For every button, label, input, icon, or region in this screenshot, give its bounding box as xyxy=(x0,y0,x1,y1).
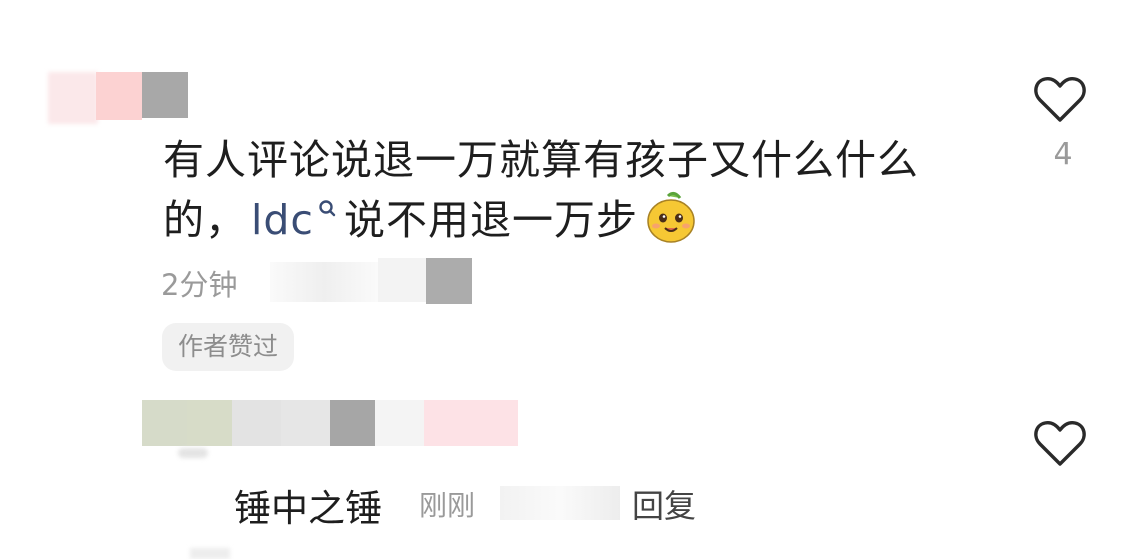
mention-link[interactable]: ldc xyxy=(251,196,314,244)
search-icon xyxy=(319,200,336,217)
avatar-blurred-2 xyxy=(96,72,142,120)
comment-text: 有人评论说退一万就算有孩子又什么什么的，ldc 说不用退一万步 xyxy=(163,130,983,250)
yellow-mascot-emoji-icon xyxy=(647,191,695,243)
location-blurred xyxy=(270,262,378,302)
username-blurred-strip[interactable] xyxy=(142,400,518,446)
reply-text: 锤中之锤 xyxy=(234,487,382,530)
reply-heart-outline-icon[interactable] xyxy=(1033,418,1087,468)
comment-time: 2分钟 xyxy=(161,268,238,302)
comment-text-part2: 说不用退一万步 xyxy=(343,196,638,244)
author-liked-badge: 作者赞过 xyxy=(162,323,295,371)
reply-button[interactable]: 回复 xyxy=(632,481,696,527)
reply-time: 刚刚 xyxy=(419,489,476,522)
meta-blurred-block xyxy=(378,258,426,302)
avatar-fragment xyxy=(178,448,208,458)
like-count: 4 xyxy=(1053,137,1073,172)
meta-gray-block xyxy=(426,258,472,304)
reply-location-blurred xyxy=(500,486,620,520)
next-avatar-partial xyxy=(190,548,230,559)
username-blurred[interactable] xyxy=(142,72,188,118)
avatar-blurred[interactable] xyxy=(48,72,98,124)
heart-outline-icon[interactable] xyxy=(1033,74,1087,124)
